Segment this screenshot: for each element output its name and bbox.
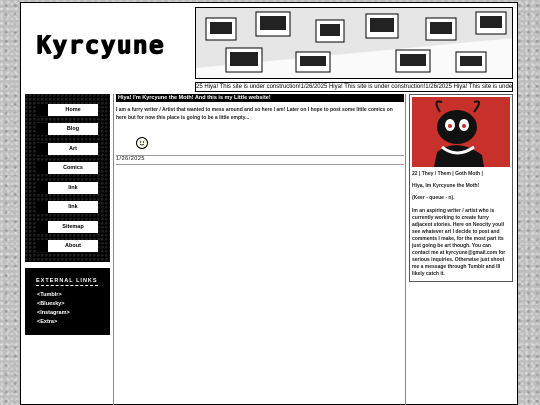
post-body: I am a furry writer / Artist that wanted… xyxy=(116,107,393,121)
smiley-face-icon xyxy=(136,137,148,149)
post-title: Hiya! I'm Kyrcyune the Moth! And this is… xyxy=(116,94,404,102)
nav-art-button[interactable]: Art xyxy=(36,143,98,155)
nav-sitemap-button[interactable]: Sitemap xyxy=(36,221,98,233)
moth-character-icon xyxy=(412,97,510,167)
site-logo[interactable]: Kyrcyune xyxy=(36,30,164,59)
announcement-marquee: 25 Hiya! This site is under construction… xyxy=(195,82,513,92)
header-banner-image xyxy=(195,7,513,79)
external-links-panel: EXTERNAL LINKS <Tumblr> <Bluesky> <Insta… xyxy=(25,268,110,335)
profile-bio: Im an aspiring writer / artist who is cu… xyxy=(412,208,506,277)
nav-blog-button[interactable]: Blog xyxy=(36,123,98,135)
profile-meta: 22 | They / Them | Goth Moth | xyxy=(412,171,483,177)
profile-pronunciation: (Keer - queue - n). xyxy=(412,195,455,201)
bluesky-link[interactable]: <Bluesky> xyxy=(37,301,65,307)
divider-bottom xyxy=(116,164,404,165)
nav-link-button-1[interactable]: link xyxy=(36,182,98,194)
post-date: 1/26/2025 xyxy=(116,156,145,162)
nav-home-button[interactable]: Home xyxy=(36,104,98,116)
tumblr-link[interactable]: <Tumblr> xyxy=(37,292,62,298)
nav-sidebar: Home Blog Art Comics link link Sitemap A… xyxy=(25,94,110,262)
divider-top xyxy=(116,155,404,156)
office-cubicles-illustration xyxy=(196,8,512,78)
profile-greeting: Hiya, Im Kyrcyune the Moth! xyxy=(412,183,480,189)
nav-about-button[interactable]: About xyxy=(36,240,98,252)
nav-comics-button[interactable]: Comics xyxy=(36,162,98,174)
instagram-link[interactable]: <Instagram> xyxy=(37,310,70,316)
main-content: Hiya! I'm Kyrcyune the Moth! And this is… xyxy=(113,94,406,405)
extra-link[interactable]: <Extra> xyxy=(37,319,57,325)
nav-link-button-2[interactable]: link xyxy=(36,201,98,213)
profile-card: 22 | They / Them | Goth Moth | Hiya, Im … xyxy=(409,94,513,282)
profile-avatar xyxy=(412,97,510,167)
external-links-heading: EXTERNAL LINKS xyxy=(36,278,98,286)
